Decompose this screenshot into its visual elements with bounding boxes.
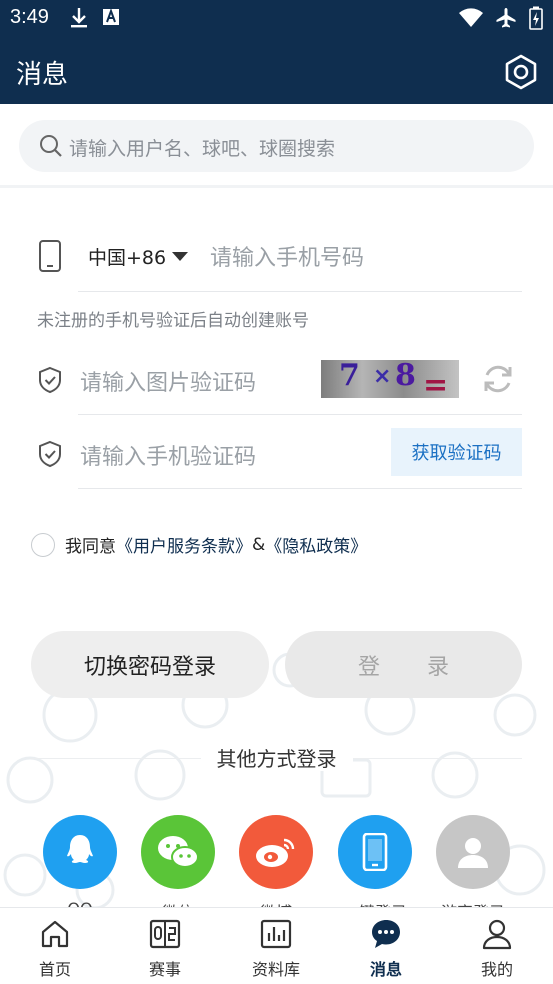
captcha-image[interactable]: 7 × 8 = — [321, 360, 459, 398]
bottom-tab-bar: 首页 赛事 资料库 消息 我的 — [0, 907, 553, 984]
login-button[interactable]: 登 录 — [285, 631, 522, 698]
agreement-checkbox[interactable] — [31, 532, 55, 557]
weibo-icon — [256, 838, 295, 867]
phone-number-input[interactable]: 请输入手机号码 — [210, 240, 364, 272]
agreement-and: & — [252, 534, 266, 555]
auto-register-hint: 未注册的手机号验证后自动创建账号 — [37, 311, 309, 331]
text-a-icon — [103, 8, 119, 25]
agreement-prefix: 我同意 — [65, 537, 116, 557]
refresh-captcha-icon[interactable] — [481, 362, 515, 396]
download-icon — [71, 8, 87, 28]
qq-icon — [67, 835, 93, 863]
phone-row-divider — [78, 291, 522, 292]
captcha-digit-8: 8 — [395, 360, 416, 393]
tab-profile[interactable]: 我的 — [442, 908, 552, 984]
tab-database[interactable]: 资料库 — [221, 908, 331, 984]
search-input[interactable]: 请输入用户名、球吧、球圈搜索 — [19, 120, 534, 172]
qq-login-button[interactable] — [43, 815, 117, 889]
status-bar: 3:49 — [0, 0, 553, 38]
wifi-icon — [459, 8, 483, 27]
page-title: 消息 — [16, 60, 69, 90]
tab-home[interactable]: 首页 — [0, 908, 110, 984]
wechat-icon — [158, 836, 199, 868]
captcha-times: × — [373, 364, 392, 389]
get-code-button[interactable]: 获取验证码 — [391, 428, 522, 476]
settings-button[interactable] — [503, 54, 539, 90]
app-bar: 消息 — [0, 38, 553, 104]
search-icon — [40, 135, 62, 157]
tab-matches[interactable]: 赛事 — [110, 908, 220, 984]
status-time: 3:49 — [10, 6, 49, 28]
one-click-login-button[interactable] — [338, 815, 412, 889]
captcha-digit-7: 7 — [339, 360, 360, 393]
shield-check-icon — [39, 366, 61, 394]
tab-messages-label: 消息 — [369, 960, 402, 979]
image-code-input[interactable]: 请输入图片验证码 — [80, 365, 256, 397]
airplane-icon — [496, 8, 516, 28]
sms-row-divider — [78, 488, 522, 489]
guest-login-button[interactable] — [436, 815, 510, 889]
other-login-title-text: 其他方式登录 — [200, 747, 353, 771]
tab-matches-label: 赛事 — [148, 960, 181, 979]
tab-home-label: 首页 — [38, 960, 71, 979]
search-section: 请输入用户名、球吧、球圈搜索 — [0, 104, 553, 188]
phone-icon — [362, 833, 388, 871]
switch-password-login-button[interactable]: 切换密码登录 — [31, 631, 269, 698]
country-code: 中国+86 — [88, 247, 167, 269]
tab-database-label: 资料库 — [251, 960, 300, 979]
terms-link[interactable]: 《用户服务条款》 — [116, 532, 252, 557]
battery-icon — [529, 6, 543, 30]
sms-code-input[interactable]: 请输入手机验证码 — [80, 439, 256, 471]
tab-messages[interactable]: 消息 — [331, 908, 441, 984]
privacy-link[interactable]: 《隐私政策》 — [265, 532, 367, 557]
home-icon — [41, 920, 69, 948]
caret-down-icon — [172, 252, 188, 261]
tab-profile-label: 我的 — [480, 960, 513, 979]
captcha-row-divider — [78, 414, 522, 415]
scoreboard-icon — [149, 919, 181, 949]
guest-icon — [458, 838, 488, 868]
other-login-title: 其他方式登录 — [0, 743, 553, 772]
chart-icon — [260, 919, 292, 949]
captcha-equals: = — [423, 368, 449, 398]
wechat-login-button[interactable] — [141, 815, 215, 889]
weibo-login-button[interactable] — [239, 815, 313, 889]
agreement-row: 我同意 《用户服务条款》 & 《隐私政策》 — [31, 532, 367, 557]
search-placeholder: 请输入用户名、球吧、球圈搜索 — [69, 138, 336, 160]
mobile-phone-icon — [39, 240, 61, 272]
settings-icon — [505, 54, 537, 90]
profile-icon — [482, 919, 512, 950]
message-icon — [372, 920, 400, 948]
shield-check-icon — [39, 440, 61, 468]
